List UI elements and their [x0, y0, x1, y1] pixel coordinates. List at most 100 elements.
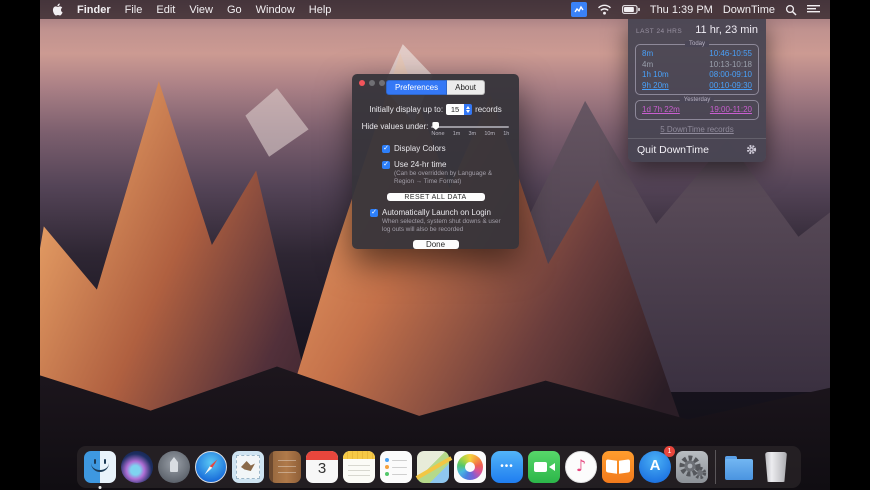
record-range: 19:00-11:20 [709, 105, 752, 114]
panel-header-label: LAST 24 HRS [636, 28, 683, 35]
zoom-button[interactable] [379, 80, 385, 86]
dock-ibooks[interactable] [601, 450, 635, 484]
desktop: Finder File Edit View Go Window Help Thu… [40, 0, 830, 490]
use-24hr-label: Use 24-hr time [394, 160, 447, 169]
gears-icon [679, 455, 707, 480]
close-button[interactable] [359, 80, 365, 86]
menu-bar: Finder File Edit View Go Window Help Thu… [40, 0, 830, 19]
dock-maps[interactable] [415, 450, 453, 484]
dock-messages[interactable]: ••• [490, 450, 524, 484]
dock-app-store[interactable]: A 1 [638, 446, 675, 484]
record-range: 00:10-09:30 [709, 80, 752, 90]
screen: Finder File Edit View Go Window Help Thu… [0, 0, 870, 490]
menu-item-view[interactable]: View [189, 4, 213, 16]
downtime-panel: LAST 24 HRS 11 hr, 23 min Today 8m 10:46… [628, 19, 766, 162]
launch-on-login-checkbox[interactable]: ✓ [370, 208, 378, 217]
dock-trash[interactable] [759, 450, 793, 484]
ellipsis-bubble-icon: ••• [500, 461, 514, 472]
tab-preferences[interactable]: Preferences [385, 80, 448, 95]
window-controls [359, 80, 385, 86]
record-range: 10:13-10:18 [709, 59, 752, 69]
record-range: 08:00-09:10 [709, 70, 752, 79]
tick-3m: 3m [468, 131, 477, 137]
record-row[interactable]: 4m 10:13-10:18 [642, 60, 752, 71]
menubar-app-title[interactable]: DownTime [723, 4, 775, 16]
dock-itunes[interactable]: ♪ [564, 450, 598, 484]
dock-downloads-folder[interactable] [722, 450, 756, 484]
wifi-icon[interactable] [597, 4, 612, 15]
dock-separator [715, 450, 716, 484]
record-duration: 4m [642, 59, 654, 69]
display-colors-checkbox[interactable]: ✓ [382, 144, 390, 153]
dock-notes[interactable] [342, 450, 376, 484]
stepper-arrows[interactable] [464, 104, 473, 115]
menu-item-window[interactable]: Window [256, 4, 295, 16]
dock-photos[interactable] [453, 450, 487, 484]
dock-launchpad[interactable] [157, 450, 191, 484]
dock-finder[interactable] [83, 450, 117, 489]
tick-1m: 1m [452, 131, 461, 137]
notification-center-icon[interactable] [807, 4, 820, 15]
dock-contacts[interactable] [268, 450, 302, 484]
panel-total-time: 11 hr, 23 min [695, 24, 758, 36]
done-button[interactable]: Done [412, 240, 459, 249]
dock: 3 ••• ♪ A 1 [77, 446, 801, 489]
search-icon[interactable] [785, 4, 797, 16]
dock-reminders[interactable] [379, 450, 413, 484]
use-24hr-checkbox[interactable]: ✓ [382, 160, 390, 169]
calendar-day-number: 3 [317, 460, 327, 477]
clock[interactable]: Thu 1:39 PM [650, 4, 713, 16]
dock-facetime[interactable] [527, 450, 561, 484]
quit-downtime-item[interactable]: Quit DownTime [637, 144, 709, 156]
video-camera-icon [534, 462, 547, 472]
launch-on-login-label: Automatically Launch on Login [382, 208, 491, 217]
records-suffix-label: records [475, 105, 502, 114]
app-store-letter: A [649, 457, 661, 474]
dock-siri[interactable] [120, 450, 154, 484]
record-row[interactable]: 1h 10m 08:00-09:10 [642, 70, 752, 81]
minimize-button[interactable] [369, 80, 375, 86]
slider-tick-labels: None 1m 3m 10m 1h [431, 131, 509, 137]
yesterday-records-box: Yesterday 1d 7h 22m 19:00-11:20 [635, 97, 759, 120]
hide-values-label: Hide values under: [361, 122, 429, 131]
display-colors-label: Display Colors [394, 144, 446, 153]
trash-can-icon [765, 452, 787, 482]
dock-mail[interactable] [231, 450, 265, 484]
preferences-window: Preferences About Initially display up t… [352, 74, 519, 249]
record-row[interactable]: 8m 10:46-10:55 [642, 49, 752, 60]
record-duration: 8m [642, 49, 654, 58]
dock-calendar[interactable]: 3 [305, 450, 339, 484]
record-row[interactable]: 1d 7h 22m 19:00-11:20 [642, 105, 752, 116]
records-count-value[interactable]: 15 [446, 104, 465, 115]
gear-icon[interactable] [746, 144, 757, 155]
records-stepper[interactable]: 15 [446, 104, 473, 115]
downtime-status-icon[interactable] [570, 2, 587, 17]
music-note-icon: ♪ [575, 456, 587, 475]
reset-all-data-button[interactable]: RESET ALL DATA [386, 193, 485, 201]
tab-about[interactable]: About [447, 80, 486, 95]
tick-10m: 10m [484, 131, 496, 137]
hide-values-slider[interactable] [431, 122, 510, 130]
today-records-box: Today 8m 10:46-10:55 4m 10:13-10:18 1h 1… [635, 41, 759, 95]
menu-item-finder[interactable]: Finder [77, 4, 111, 16]
notification-badge: 1 [664, 446, 675, 457]
record-range: 10:46-10:55 [709, 49, 752, 58]
launch-on-login-note: When selected, system shut downs & user … [382, 218, 501, 233]
menu-item-edit[interactable]: Edit [156, 4, 175, 16]
record-duration: 1h 10m [642, 70, 669, 79]
tick-1h: 1h [503, 131, 510, 137]
slider-knob[interactable] [432, 122, 440, 130]
dock-system-preferences[interactable] [675, 450, 709, 484]
tick-none: None [431, 131, 445, 137]
display-count-label: Initially display up to: [369, 105, 444, 114]
open-book-icon [606, 459, 617, 474]
menu-item-go[interactable]: Go [227, 4, 242, 16]
battery-icon[interactable] [621, 5, 640, 14]
records-count-link[interactable]: 5 DownTime records [628, 120, 766, 138]
dock-safari[interactable] [194, 450, 228, 484]
record-duration: 9h 20m [642, 80, 669, 90]
menu-item-help[interactable]: Help [309, 4, 332, 16]
record-row[interactable]: 9h 20m 00:10-09:30 [642, 81, 752, 92]
apple-icon[interactable] [52, 3, 63, 16]
menu-item-file[interactable]: File [125, 4, 143, 16]
